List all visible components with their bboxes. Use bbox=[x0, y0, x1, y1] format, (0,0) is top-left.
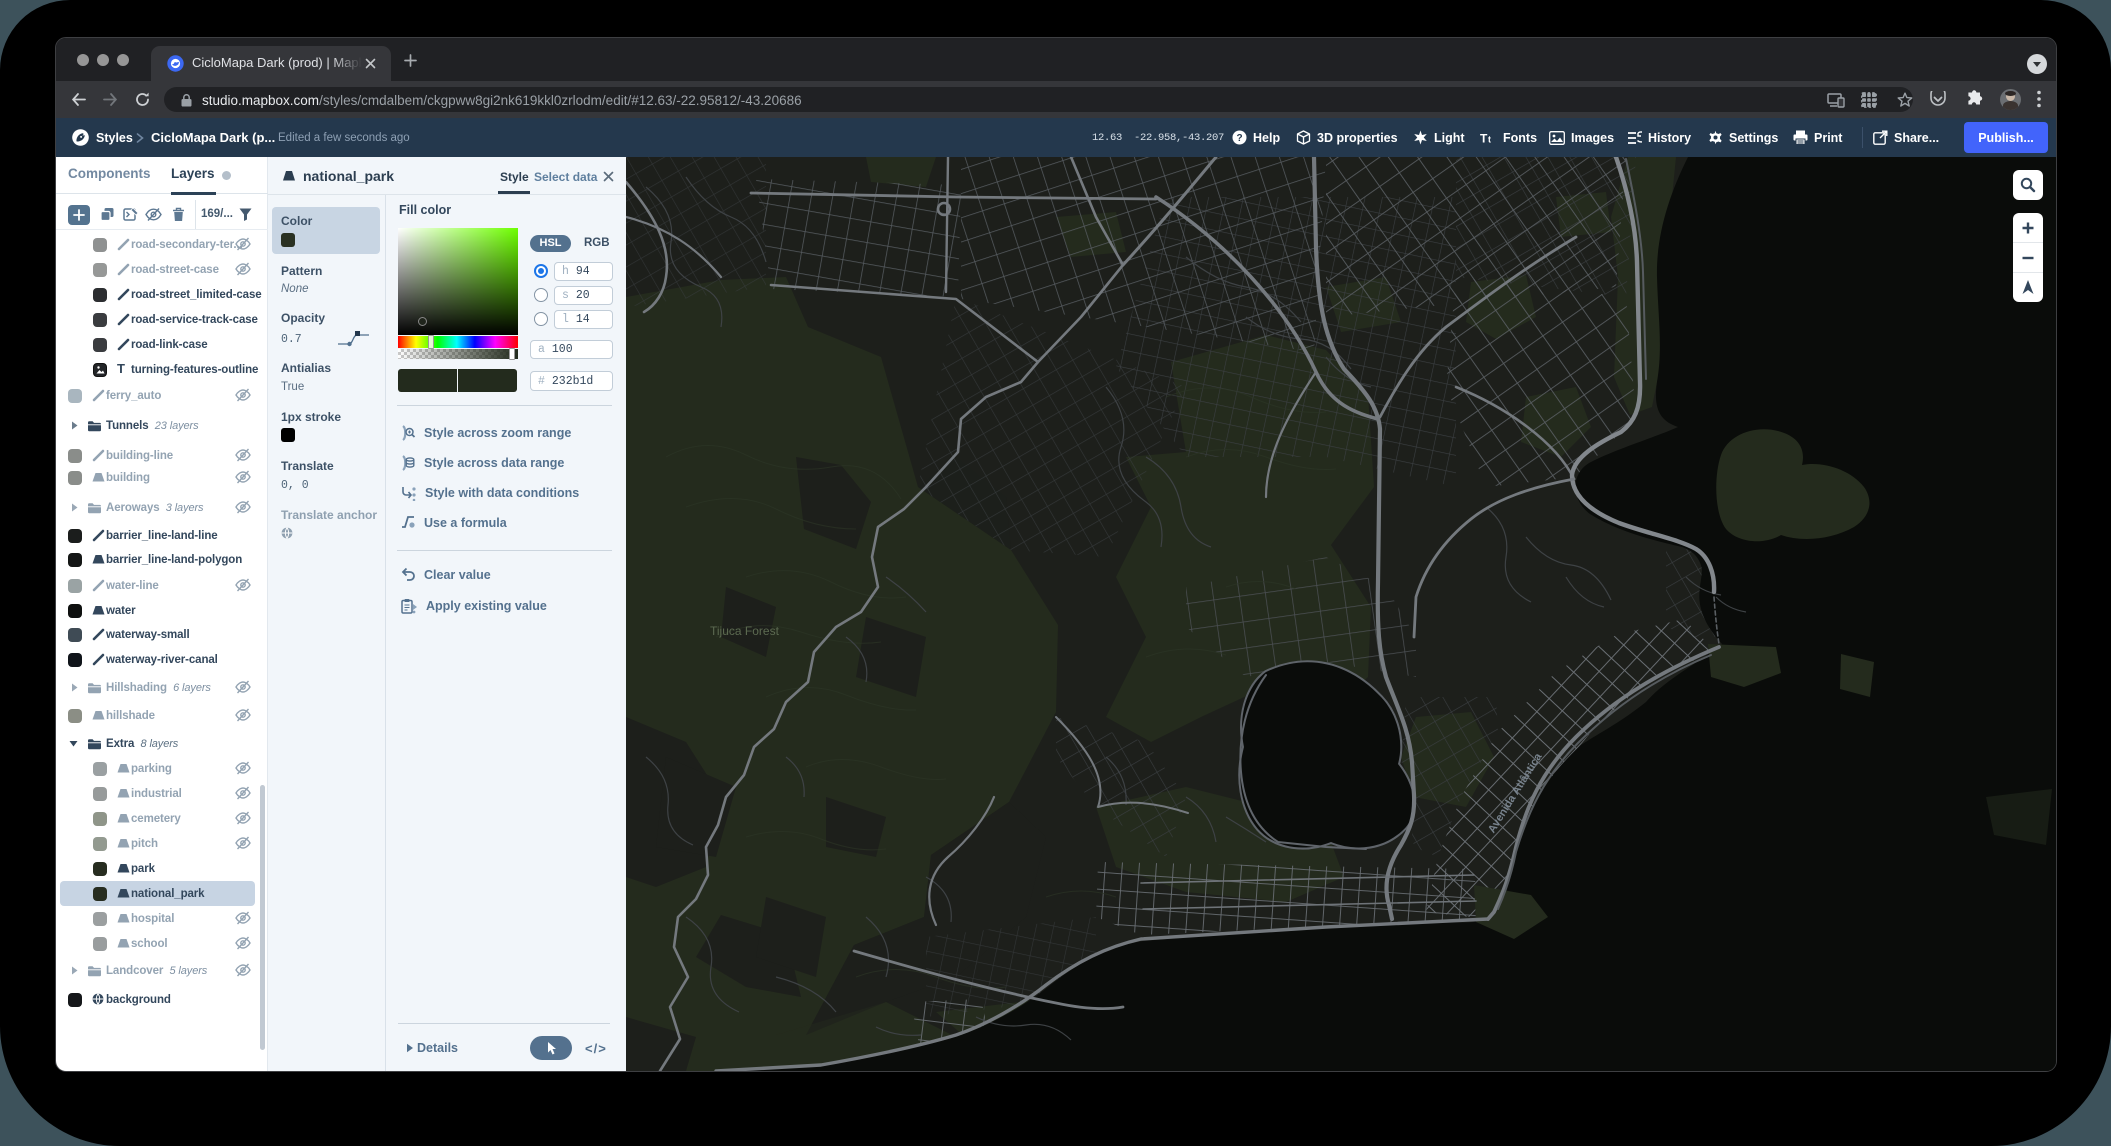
svg-text:T: T bbox=[1480, 131, 1488, 145]
svg-text:t: t bbox=[1488, 134, 1491, 144]
svg-text:Tijuca Forest: Tijuca Forest bbox=[710, 624, 780, 638]
svg-text:?: ? bbox=[1236, 133, 1242, 144]
